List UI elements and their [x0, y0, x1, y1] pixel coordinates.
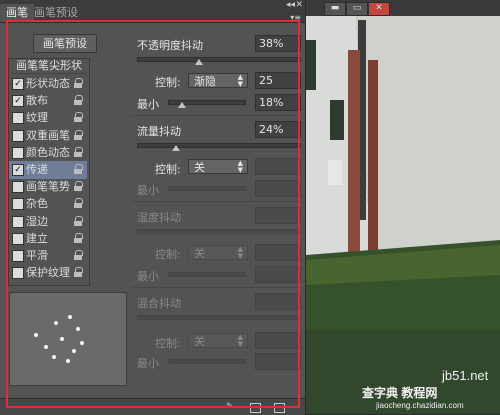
window-pane	[306, 40, 316, 90]
restore-button[interactable]: ▭	[346, 2, 368, 16]
close-icon[interactable]: ✕	[295, 0, 303, 10]
minimize-button[interactable]: ▬	[324, 2, 346, 16]
watermark-text: 查字典 教程网	[362, 386, 438, 400]
photo-canvas	[306, 16, 500, 414]
window-pane	[330, 100, 344, 140]
air-conditioner	[328, 160, 342, 185]
watermark-site: jb51.net	[442, 368, 489, 383]
brush-panel: 画笔 画笔预设 ◂◂ ✕ ▾≡ 画笔预设 画笔笔尖形状 ✓ 形状动态 ✓ 散布 纹理 双重…	[0, 0, 306, 415]
watermark-url: jiaocheng.chazidian.com	[376, 401, 464, 410]
collapse-icon[interactable]: ◂◂	[286, 0, 295, 10]
document-titlebar: ▬ ▭ ✕	[306, 0, 500, 16]
highlight-box	[6, 20, 300, 408]
close-button[interactable]: ✕	[368, 2, 390, 16]
document-window: ▬ ▭ ✕ jb51.net 查字典 教程网 jiaocheng.chazidi…	[306, 0, 500, 414]
